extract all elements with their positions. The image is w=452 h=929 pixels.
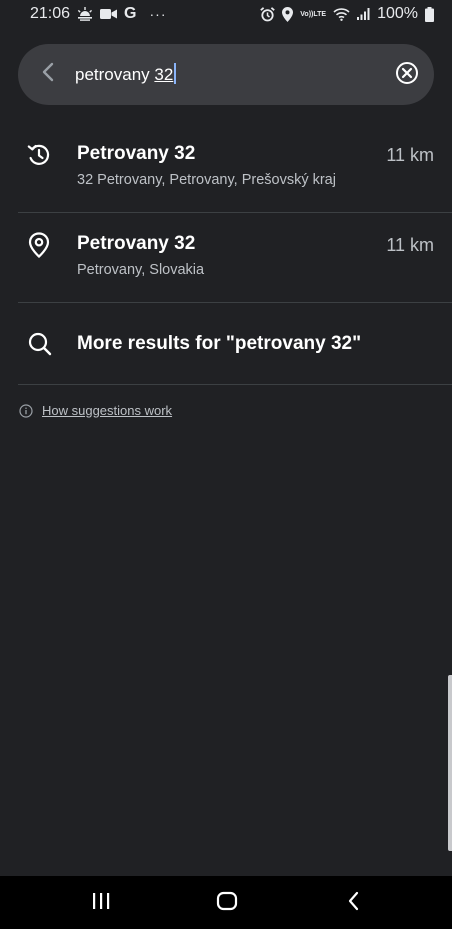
home-icon (216, 891, 238, 916)
google-icon: G (124, 5, 137, 22)
search-input[interactable]: petrovany 32 (75, 63, 177, 86)
text-cursor (174, 63, 177, 84)
info-icon (19, 403, 33, 418)
location-icon (282, 6, 294, 22)
how-suggestions-work-link[interactable]: How suggestions work (42, 403, 172, 418)
search-query-text: petrovany (75, 65, 155, 84)
search-result-item[interactable]: Petrovany 32 32 Petrovany, Petrovany, Pr… (0, 122, 452, 212)
place-pin-icon (26, 232, 52, 258)
status-bar-left: 21:06 G ··· (30, 5, 167, 23)
wifi-icon (333, 7, 350, 21)
search-query-composing: 32 (154, 65, 174, 84)
recent-apps-button[interactable] (88, 890, 114, 916)
result-distance: 11 km (386, 145, 434, 165)
clear-search-button[interactable] (394, 61, 420, 90)
sunset-weather-icon (77, 7, 93, 21)
result-title: Petrovany 32 (77, 233, 196, 254)
search-result-item[interactable]: Petrovany 32 Petrovany, Slovakia 11 km (0, 212, 452, 302)
status-bar-right: Vo)) LTE 100% (260, 5, 434, 23)
back-button[interactable] (32, 58, 64, 90)
battery-percent: 100% (377, 5, 418, 22)
search-bar: petrovany 32 (18, 44, 434, 105)
clear-circle-icon (395, 61, 419, 90)
home-button[interactable] (214, 890, 240, 916)
result-distance: 11 km (386, 235, 434, 255)
chevron-left-icon (41, 62, 55, 87)
more-notifications-icon: ··· (149, 6, 167, 22)
suggestions-info: How suggestions work (19, 403, 172, 418)
video-camera-icon (100, 8, 118, 20)
result-address: 32 Petrovany, Petrovany, Prešovský kraj (77, 172, 336, 188)
chevron-left-icon (347, 891, 361, 916)
system-back-button[interactable] (341, 890, 367, 916)
history-icon (26, 142, 52, 168)
battery-icon (425, 6, 434, 22)
signal-icon (357, 8, 370, 20)
status-time: 21:06 (30, 5, 71, 22)
volte-lte-icon: Vo)) LTE (300, 10, 327, 18)
scrollbar[interactable] (448, 675, 452, 851)
divider (18, 384, 452, 385)
more-results-label: More results for "petrovany 32" (77, 333, 362, 354)
result-title: Petrovany 32 (77, 143, 196, 164)
status-bar: 21:06 G ··· Vo)) LTE 100% (0, 0, 452, 28)
system-nav-bar (0, 876, 452, 929)
recents-icon (91, 892, 111, 915)
search-icon (27, 331, 53, 357)
alarm-icon (260, 6, 276, 22)
more-results-button[interactable]: More results for "petrovany 32" (0, 303, 452, 384)
result-address: Petrovany, Slovakia (77, 262, 205, 278)
